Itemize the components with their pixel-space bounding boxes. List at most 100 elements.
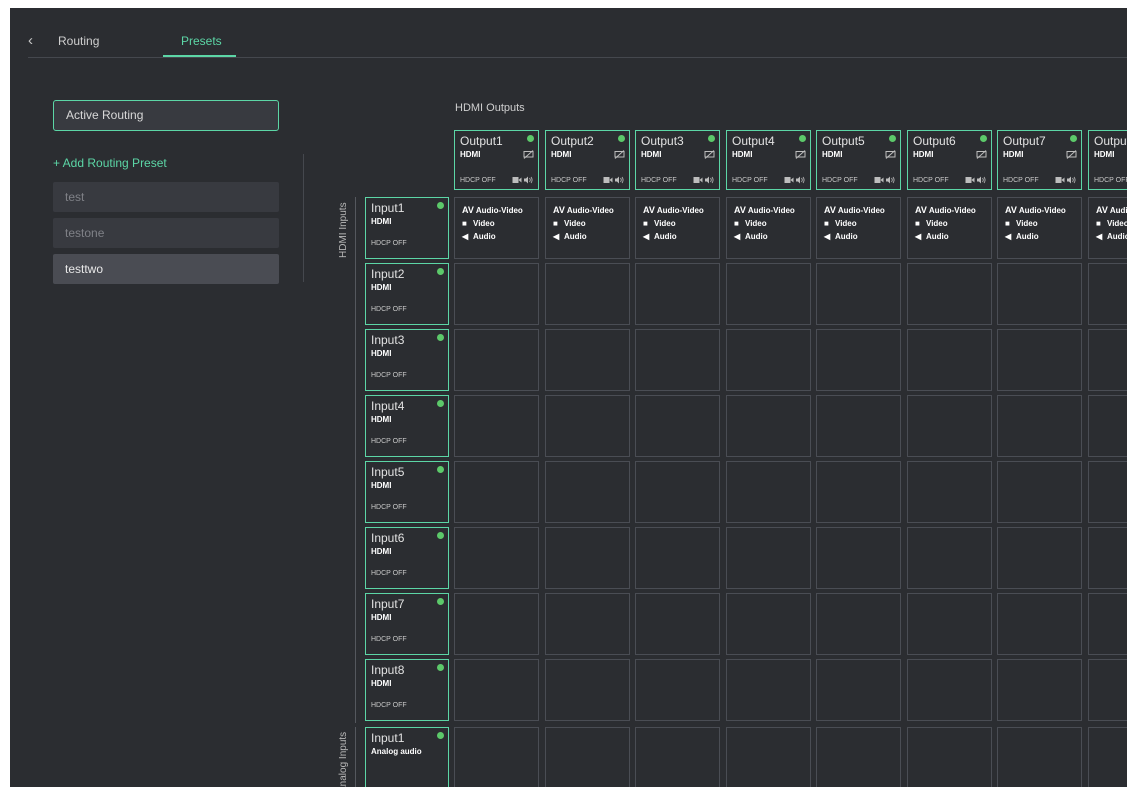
route-cell-av[interactable]: AVAudio-Video ■ Video ◀ Audio bbox=[454, 197, 539, 259]
route-cell[interactable] bbox=[997, 659, 1082, 721]
route-cell[interactable] bbox=[726, 461, 811, 523]
route-cell[interactable] bbox=[454, 395, 539, 457]
route-cell[interactable] bbox=[726, 727, 811, 787]
route-cell[interactable] bbox=[907, 593, 992, 655]
route-cell[interactable] bbox=[997, 329, 1082, 391]
input-card[interactable]: Input4 HDMI HDCP OFF bbox=[365, 395, 449, 457]
video-route[interactable]: ■ Video bbox=[1005, 219, 1038, 228]
output-card[interactable]: Output5 HDMI HDCP OFF bbox=[816, 130, 901, 190]
audio-video-route[interactable]: AVAudio-Video bbox=[734, 205, 795, 215]
route-cell[interactable] bbox=[454, 727, 539, 787]
tab-routing[interactable]: Routing bbox=[58, 34, 99, 48]
route-cell[interactable] bbox=[816, 659, 901, 721]
route-cell[interactable] bbox=[816, 395, 901, 457]
route-cell[interactable] bbox=[1088, 263, 1127, 325]
video-route[interactable]: ■ Video bbox=[643, 219, 676, 228]
route-cell[interactable] bbox=[907, 659, 992, 721]
chevron-left-icon[interactable]: ‹ bbox=[28, 32, 42, 50]
route-cell[interactable] bbox=[635, 593, 720, 655]
output-card[interactable]: Output2 HDMI HDCP OFF bbox=[545, 130, 630, 190]
route-cell[interactable] bbox=[726, 659, 811, 721]
input-card[interactable]: Input6 HDMI HDCP OFF bbox=[365, 527, 449, 589]
route-cell[interactable] bbox=[545, 727, 630, 787]
route-cell[interactable] bbox=[726, 593, 811, 655]
route-cell[interactable] bbox=[816, 727, 901, 787]
route-cell[interactable] bbox=[997, 727, 1082, 787]
input-card[interactable]: Input8 HDMI HDCP OFF bbox=[365, 659, 449, 721]
route-cell-av[interactable]: AVAudio-Video ■ Video ◀ Audio bbox=[545, 197, 630, 259]
video-route[interactable]: ■ Video bbox=[462, 219, 495, 228]
route-cell[interactable] bbox=[454, 329, 539, 391]
audio-route[interactable]: ◀ Audio bbox=[824, 232, 858, 241]
audio-video-route[interactable]: AVAudio-Video bbox=[824, 205, 885, 215]
route-cell[interactable] bbox=[635, 727, 720, 787]
route-cell[interactable] bbox=[635, 461, 720, 523]
output-card[interactable]: Output8 HDMI HDCP OFF bbox=[1088, 130, 1127, 190]
route-cell-av[interactable]: AVAudio-Video ■ Video ◀ Audio bbox=[997, 197, 1082, 259]
route-cell[interactable] bbox=[454, 461, 539, 523]
route-cell[interactable] bbox=[816, 461, 901, 523]
audio-route[interactable]: ◀ Audio bbox=[915, 232, 949, 241]
route-cell[interactable] bbox=[454, 263, 539, 325]
route-cell[interactable] bbox=[545, 395, 630, 457]
audio-route[interactable]: ◀ Audio bbox=[462, 232, 496, 241]
route-cell-av[interactable]: AVAudio-Video ■ Video ◀ Audio bbox=[907, 197, 992, 259]
audio-video-route[interactable]: AVAudio-Video bbox=[1096, 205, 1127, 215]
route-cell-av[interactable]: AVAudio-Video ■ Video ◀ Audio bbox=[1088, 197, 1127, 259]
input-card[interactable]: Input3 HDMI HDCP OFF bbox=[365, 329, 449, 391]
route-cell[interactable] bbox=[907, 263, 992, 325]
route-cell[interactable] bbox=[545, 593, 630, 655]
preset-item-test[interactable]: test bbox=[53, 182, 279, 212]
input-card[interactable]: Input7 HDMI HDCP OFF bbox=[365, 593, 449, 655]
route-cell[interactable] bbox=[1088, 461, 1127, 523]
add-routing-preset-button[interactable]: + Add Routing Preset bbox=[53, 156, 167, 170]
audio-route[interactable]: ◀ Audio bbox=[1005, 232, 1039, 241]
route-cell[interactable] bbox=[997, 395, 1082, 457]
route-cell[interactable] bbox=[997, 461, 1082, 523]
route-cell-av[interactable]: AVAudio-Video ■ Video ◀ Audio bbox=[635, 197, 720, 259]
route-cell[interactable] bbox=[635, 263, 720, 325]
audio-video-route[interactable]: AVAudio-Video bbox=[553, 205, 614, 215]
route-cell[interactable] bbox=[997, 527, 1082, 589]
route-cell[interactable] bbox=[907, 527, 992, 589]
route-cell[interactable] bbox=[997, 263, 1082, 325]
preset-item-testtwo[interactable]: testtwo bbox=[53, 254, 279, 284]
route-cell-av[interactable]: AVAudio-Video ■ Video ◀ Audio bbox=[816, 197, 901, 259]
output-card[interactable]: Output3 HDMI HDCP OFF bbox=[635, 130, 720, 190]
route-cell[interactable] bbox=[635, 395, 720, 457]
route-cell[interactable] bbox=[997, 593, 1082, 655]
input-card[interactable]: Input1 Analog audio bbox=[365, 727, 449, 787]
audio-video-route[interactable]: AVAudio-Video bbox=[643, 205, 704, 215]
output-card[interactable]: Output6 HDMI HDCP OFF bbox=[907, 130, 992, 190]
active-routing-button[interactable]: Active Routing bbox=[53, 100, 279, 131]
route-cell[interactable] bbox=[635, 329, 720, 391]
route-cell[interactable] bbox=[907, 727, 992, 787]
input-card[interactable]: Input1 HDMI HDCP OFF bbox=[365, 197, 449, 259]
route-cell[interactable] bbox=[545, 527, 630, 589]
route-cell[interactable] bbox=[907, 329, 992, 391]
video-route[interactable]: ■ Video bbox=[824, 219, 857, 228]
route-cell[interactable] bbox=[1088, 593, 1127, 655]
route-cell[interactable] bbox=[1088, 395, 1127, 457]
route-cell[interactable] bbox=[1088, 727, 1127, 787]
route-cell[interactable] bbox=[726, 329, 811, 391]
audio-video-route[interactable]: AVAudio-Video bbox=[1005, 205, 1066, 215]
audio-route[interactable]: ◀ Audio bbox=[553, 232, 587, 241]
route-cell[interactable] bbox=[545, 461, 630, 523]
audio-route[interactable]: ◀ Audio bbox=[1096, 232, 1127, 241]
route-cell[interactable] bbox=[816, 329, 901, 391]
route-cell[interactable] bbox=[545, 263, 630, 325]
route-cell[interactable] bbox=[816, 263, 901, 325]
tab-presets[interactable]: Presets bbox=[181, 34, 222, 48]
audio-route[interactable]: ◀ Audio bbox=[643, 232, 677, 241]
audio-route[interactable]: ◀ Audio bbox=[734, 232, 768, 241]
route-cell[interactable] bbox=[454, 593, 539, 655]
output-card[interactable]: Output4 HDMI HDCP OFF bbox=[726, 130, 811, 190]
route-cell[interactable] bbox=[907, 395, 992, 457]
audio-video-route[interactable]: AVAudio-Video bbox=[462, 205, 523, 215]
audio-video-route[interactable]: AVAudio-Video bbox=[915, 205, 976, 215]
route-cell[interactable] bbox=[545, 329, 630, 391]
route-cell[interactable] bbox=[816, 593, 901, 655]
route-cell[interactable] bbox=[545, 659, 630, 721]
route-cell[interactable] bbox=[907, 461, 992, 523]
